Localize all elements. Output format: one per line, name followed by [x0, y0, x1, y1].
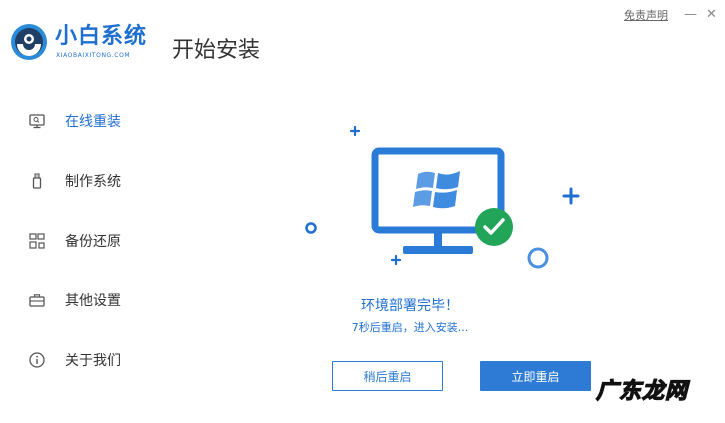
monitor-icon [29, 114, 45, 129]
sidebar-item-online-reinstall[interactable]: 在线重装 [28, 109, 121, 133]
restart-now-button[interactable]: 立即重启 [480, 361, 591, 391]
sidebar-item-label: 备份还原 [65, 234, 121, 250]
sidebar-item-make-system[interactable]: 制作系统 [28, 169, 121, 193]
info-icon [29, 352, 45, 368]
plus-decoration-icon [390, 254, 402, 266]
brand-subtitle: XIAOBAIXITONG.COM [56, 52, 131, 59]
windows-logo-icon [413, 171, 460, 209]
sidebar-item-backup-restore[interactable]: 备份还原 [28, 229, 121, 253]
minimize-button[interactable]: — [684, 7, 697, 23]
sidebar-item-label: 在线重装 [65, 114, 121, 130]
sidebar-item-about-us[interactable]: 关于我们 [28, 348, 121, 372]
install-ready-illustration [305, 125, 580, 269]
toolbox-icon [29, 294, 45, 307]
page-title: 开始安装 [172, 38, 261, 63]
sidebar-item-label: 其他设置 [65, 293, 121, 309]
sidebar-item-label: 关于我们 [65, 353, 121, 369]
plus-decoration-icon [349, 125, 361, 137]
disclaimer-link[interactable]: 免责声明 [624, 9, 668, 23]
brand-name: 小白系统 [55, 24, 148, 49]
sidebar-item-other-settings[interactable]: 其他设置 [28, 288, 121, 312]
brand-logo-icon [11, 24, 47, 60]
circle-decoration-icon [527, 247, 549, 269]
close-button[interactable]: ✕ [706, 7, 717, 23]
sidebar-item-label: 制作系统 [65, 174, 121, 190]
watermark-text: 广东龙网 [595, 378, 689, 404]
plus-decoration-icon [562, 187, 580, 205]
restart-countdown: 7秒后重启，进入安装... [351, 321, 469, 334]
restart-later-button[interactable]: 稍后重启 [332, 361, 443, 391]
usb-icon [32, 173, 42, 189]
status-message: 环境部署完毕！ [361, 298, 459, 314]
circle-decoration-icon [305, 222, 317, 234]
backup-grid-icon [29, 233, 45, 249]
success-check-icon [475, 208, 513, 246]
